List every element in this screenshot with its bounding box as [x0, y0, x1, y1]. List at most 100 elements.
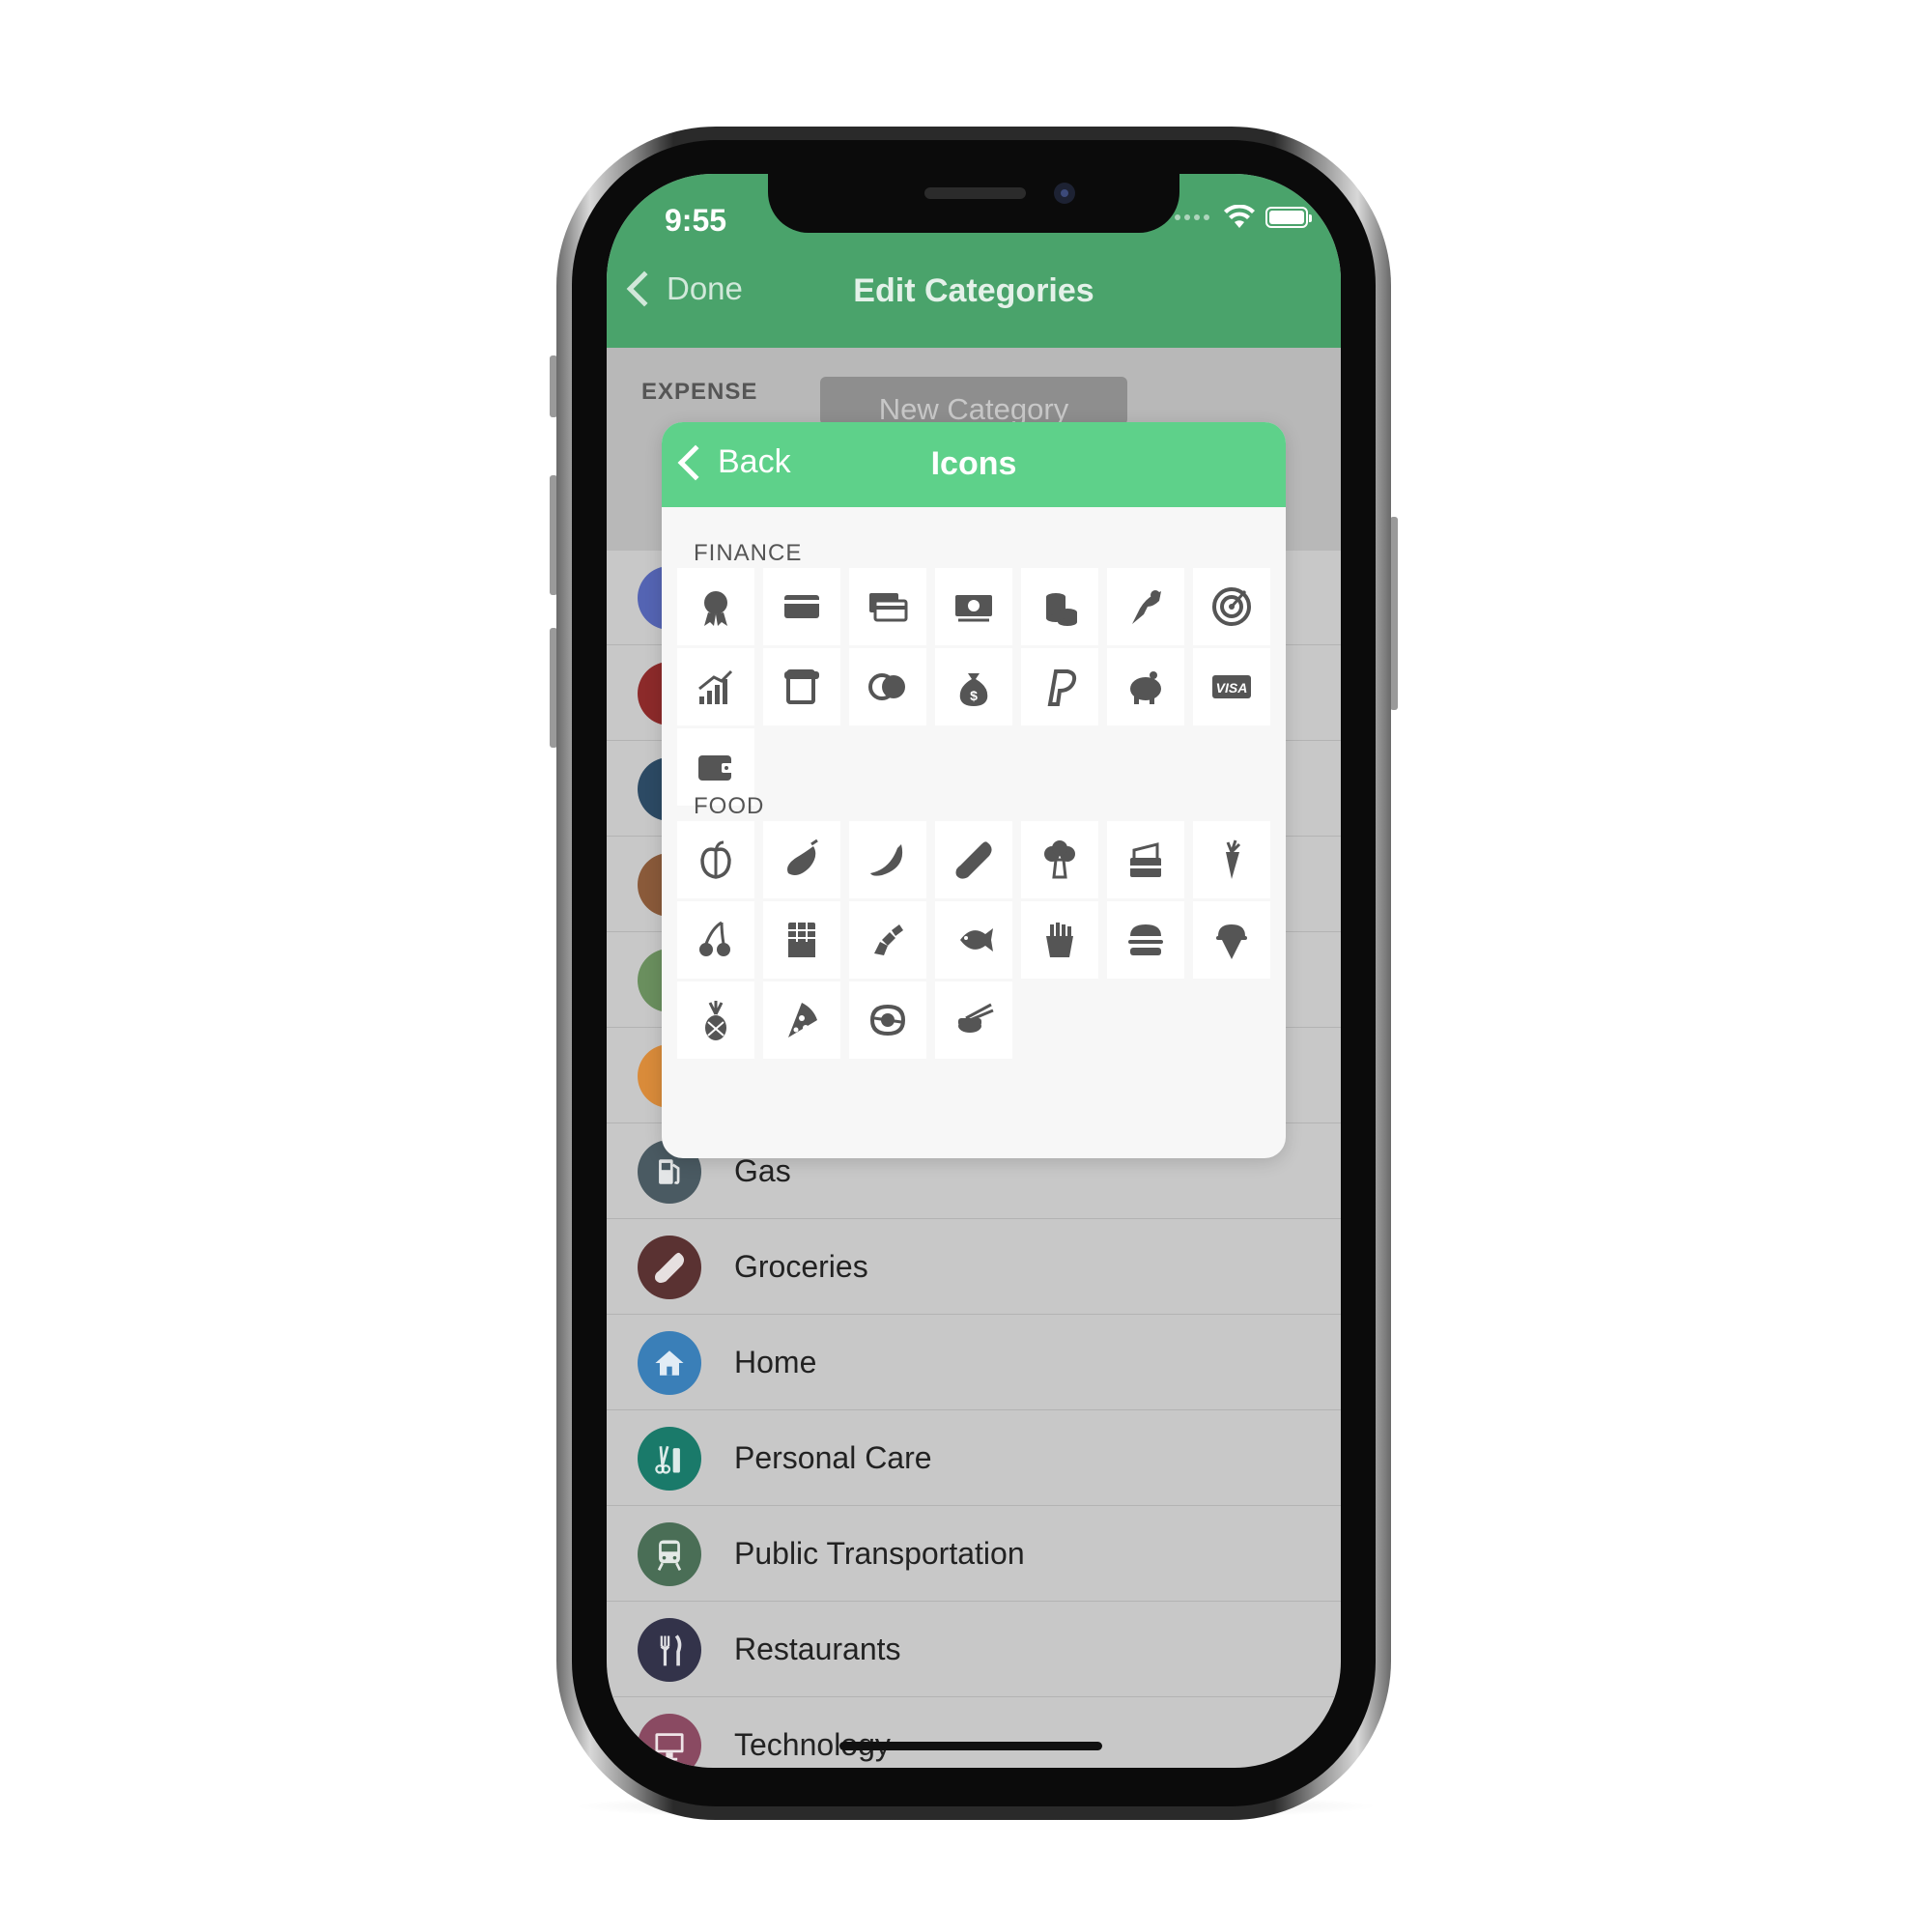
growth-chart-icon	[698, 669, 733, 704]
croissant-icon	[874, 924, 903, 955]
paypal-icon	[1047, 669, 1077, 706]
icon-tile[interactable]	[1021, 821, 1098, 898]
category-label: Public Transportation	[734, 1536, 1025, 1571]
money-bag-icon: $	[959, 673, 988, 706]
sushi-icon	[958, 1003, 994, 1033]
icon-tile[interactable]	[849, 901, 926, 979]
wifi-icon	[1224, 205, 1255, 228]
icon-tile[interactable]	[1021, 648, 1098, 725]
icon-tile[interactable]	[849, 648, 926, 725]
fish-icon	[960, 928, 993, 952]
category-label: Gas	[734, 1153, 791, 1188]
bread-icon	[638, 1236, 701, 1299]
category-label: Restaurants	[734, 1632, 901, 1666]
front-camera	[1054, 183, 1075, 204]
icon-tile[interactable]	[677, 901, 754, 979]
icon-tile[interactable]	[1193, 821, 1270, 898]
popup-title: Icons	[930, 445, 1017, 482]
banknote-icon	[955, 595, 992, 622]
train-icon	[638, 1522, 701, 1586]
cards-stack-icon	[869, 593, 908, 622]
carrot-icon	[1226, 839, 1241, 879]
icon-tile[interactable]	[849, 981, 926, 1059]
credit-card-icon	[784, 595, 819, 618]
pizza-icon	[788, 1003, 817, 1037]
icon-tile[interactable]	[1193, 901, 1270, 979]
cherry-icon	[699, 921, 730, 956]
mastercard-icon	[868, 673, 905, 700]
pineapple-icon	[705, 1001, 726, 1040]
category-row[interactable]: Public Transportation	[607, 1507, 1341, 1602]
apple-icon	[700, 840, 731, 879]
status-time: 9:55	[665, 203, 727, 238]
visa-icon: VISA	[1212, 675, 1251, 698]
icon-tile[interactable]	[935, 901, 1012, 979]
category-label: Groceries	[734, 1249, 868, 1284]
broccoli-icon	[1044, 840, 1075, 879]
icon-tile[interactable]: VISA	[1193, 648, 1270, 725]
new-category-label: New Category	[878, 392, 1069, 426]
icon-tile[interactable]	[763, 648, 840, 725]
expense-label: EXPENSE	[641, 379, 758, 405]
category-label: Home	[734, 1345, 817, 1379]
speaker-grille	[924, 187, 1026, 199]
icon-tile[interactable]	[677, 648, 754, 725]
icon-tile[interactable]	[935, 568, 1012, 645]
category-label: Personal Care	[734, 1440, 932, 1475]
food-section-label: FOOD	[694, 793, 765, 819]
home-indicator	[839, 1742, 1102, 1750]
eggplant-icon	[787, 838, 818, 875]
icon-tile[interactable]: $	[935, 648, 1012, 725]
svg-text:$: $	[970, 688, 978, 703]
finance-icon-grid: $ VISA	[677, 568, 1270, 806]
popup-header: Back Icons	[662, 422, 1286, 507]
power-button	[1390, 517, 1398, 710]
icon-tile[interactable]	[677, 568, 754, 645]
icon-tile[interactable]	[849, 821, 926, 898]
icon-tile[interactable]	[849, 568, 926, 645]
icons-popup: Back Icons FINANCE $ VISA FOOD	[662, 422, 1286, 1158]
icon-tile[interactable]	[763, 821, 840, 898]
icon-tile[interactable]	[1107, 901, 1184, 979]
house-icon	[638, 1331, 701, 1395]
icon-tile[interactable]	[677, 821, 754, 898]
new-category-button[interactable]: New Category	[820, 377, 1127, 426]
finance-section-label: FINANCE	[694, 540, 803, 566]
piggy-bank-icon	[1130, 671, 1161, 704]
icon-tile[interactable]	[1021, 568, 1098, 645]
food-icon-grid	[677, 821, 1270, 1059]
receipt-icon	[784, 669, 819, 704]
burger-icon	[1128, 924, 1163, 955]
icon-tile[interactable]	[763, 901, 840, 979]
category-row[interactable]: Home	[607, 1316, 1341, 1410]
status-icons	[1175, 205, 1312, 230]
banana-icon	[870, 844, 903, 876]
icon-tile[interactable]	[1193, 568, 1270, 645]
target-icon	[1212, 587, 1251, 626]
cake-icon	[1130, 842, 1161, 877]
hand-coin-icon	[1132, 590, 1161, 624]
category-row[interactable]: Personal Care	[607, 1411, 1341, 1506]
icon-tile[interactable]	[763, 568, 840, 645]
category-row[interactable]: Restaurants	[607, 1603, 1341, 1697]
fries-icon	[1046, 923, 1073, 957]
steak-icon	[869, 1004, 906, 1037]
icon-tile[interactable]	[935, 821, 1012, 898]
ice-cream-icon	[1216, 924, 1247, 959]
icon-tile[interactable]	[1107, 648, 1184, 725]
coins-stack-icon	[1046, 593, 1077, 626]
category-row[interactable]: Technology	[607, 1698, 1341, 1768]
icon-tile[interactable]	[1107, 821, 1184, 898]
icon-tile[interactable]	[935, 981, 1012, 1059]
icon-tile[interactable]	[763, 981, 840, 1059]
svg-text:VISA: VISA	[1216, 680, 1248, 696]
cellular-signal-icon	[1175, 214, 1209, 220]
category-row[interactable]: Groceries	[607, 1220, 1341, 1315]
chocolate-icon	[788, 923, 815, 957]
notch	[768, 174, 1179, 233]
phone-screen: 9:55 Done Edit Categories EXPENSE New Ca…	[607, 174, 1341, 1768]
icon-tile[interactable]	[677, 981, 754, 1059]
monitor-icon	[638, 1714, 701, 1768]
icon-tile[interactable]	[1107, 568, 1184, 645]
icon-tile[interactable]	[1021, 901, 1098, 979]
